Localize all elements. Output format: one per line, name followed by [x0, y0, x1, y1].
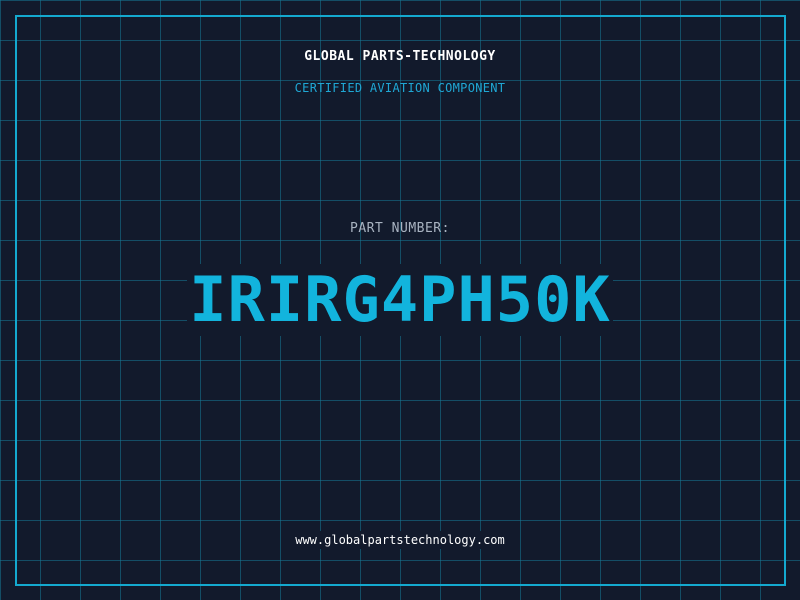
part-number-container: IRIRG4PH50K: [0, 264, 800, 336]
part-number-value: IRIRG4PH50K: [187, 263, 613, 336]
company-name: GLOBAL PARTS-TECHNOLOGY: [304, 49, 496, 64]
footer: www.globalpartstechnology.com: [0, 529, 800, 549]
website-url: www.globalpartstechnology.com: [291, 531, 509, 549]
part-card: GLOBAL PARTS-TECHNOLOGY CERTIFIED AVIATI…: [0, 0, 800, 600]
certification-subtitle: CERTIFIED AVIATION COMPONENT: [294, 81, 506, 95]
part-number-label: PART NUMBER:: [350, 221, 450, 236]
